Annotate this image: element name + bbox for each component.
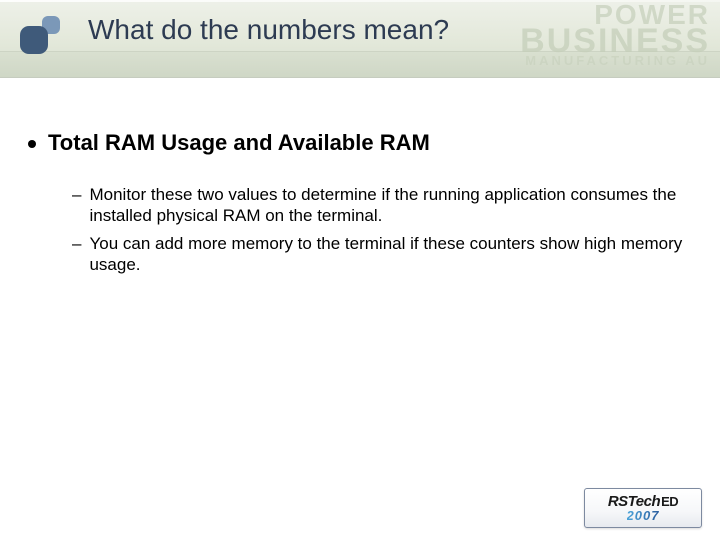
bullet-level-2-text: You can add more memory to the terminal … bbox=[89, 233, 690, 276]
logo-squares-icon bbox=[20, 14, 66, 56]
footer-year: 2007 bbox=[627, 508, 660, 523]
dash-icon: – bbox=[72, 184, 81, 205]
bullet-dot-icon bbox=[28, 140, 36, 148]
slide-title: What do the numbers mean? bbox=[88, 14, 449, 46]
bullet-level-1-text: Total RAM Usage and Available RAM bbox=[48, 130, 430, 156]
footer-brand-suffix: ED bbox=[661, 494, 678, 509]
slide-body: Total RAM Usage and Available RAM – Moni… bbox=[28, 130, 690, 281]
bullet-level-2-text: Monitor these two values to determine if… bbox=[89, 184, 690, 227]
sub-bullet-list: – Monitor these two values to determine … bbox=[72, 184, 690, 275]
slide: POWER BUSINESS MANUFACTURING AU What do … bbox=[0, 0, 720, 540]
header-band: POWER BUSINESS MANUFACTURING AU What do … bbox=[0, 0, 720, 78]
bullet-level-1: Total RAM Usage and Available RAM bbox=[28, 130, 690, 156]
dash-icon: – bbox=[72, 233, 81, 254]
watermark-line-1: POWER bbox=[520, 2, 710, 29]
bullet-level-2: – You can add more memory to the termina… bbox=[72, 233, 690, 276]
bullet-level-2: – Monitor these two values to determine … bbox=[72, 184, 690, 227]
header-stripe bbox=[0, 51, 720, 77]
footer-logo-badge: RSTechED 2007 bbox=[584, 488, 702, 528]
logo-square-big bbox=[20, 26, 48, 54]
